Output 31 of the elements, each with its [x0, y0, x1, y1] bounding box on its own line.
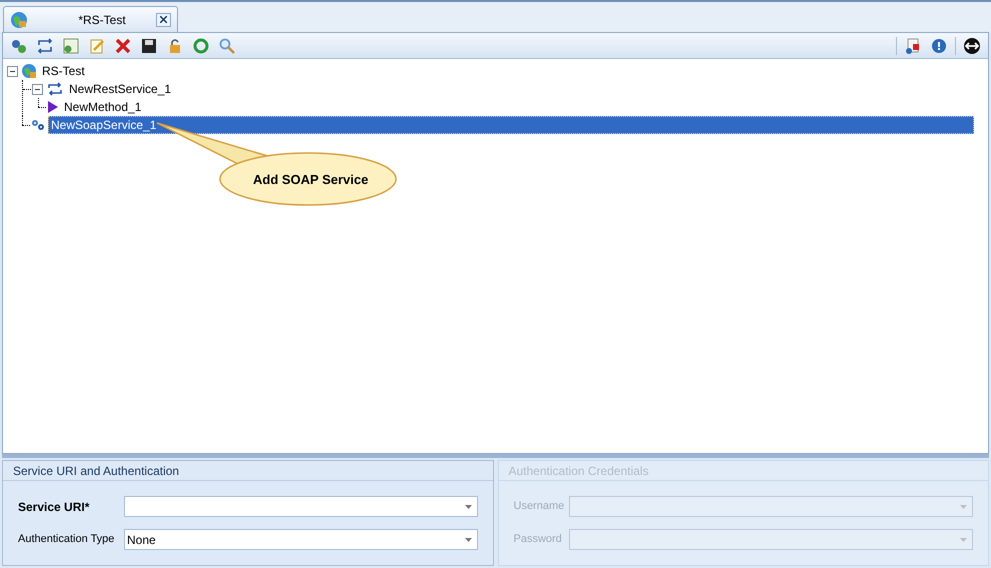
- cycle-arrows-icon[interactable]: [35, 36, 55, 56]
- expander-toggle[interactable]: [32, 84, 43, 94]
- field-label: Authentication Type: [18, 532, 116, 548]
- globe-icon: [21, 63, 37, 79]
- double-arrow-icon[interactable]: [962, 36, 982, 56]
- dropdown-field[interactable]: [124, 496, 478, 517]
- tree-item[interactable]: NewSoapService_1: [48, 116, 974, 134]
- field-label: Username: [514, 499, 566, 514]
- field-label: Password: [514, 532, 563, 548]
- tree-item[interactable]: NewMethod_1: [62, 99, 144, 115]
- callout-text: Add SOAP Service: [253, 171, 368, 189]
- field-label: Service URI*: [18, 498, 90, 516]
- tree-item[interactable]: NewRestService_1: [67, 81, 174, 97]
- add-code-icon[interactable]: [61, 36, 81, 56]
- cycle-arrows-icon: [46, 82, 64, 96]
- dropdown-arrow-icon: [464, 538, 472, 542]
- search-icon[interactable]: [217, 36, 237, 56]
- expander-toggle[interactable]: [7, 66, 18, 76]
- gears-icon: [31, 119, 45, 131]
- play-icon: [47, 100, 59, 114]
- dropdown-arrow-icon: [960, 504, 967, 508]
- dropdown-field[interactable]: None: [124, 529, 478, 550]
- refresh-icon[interactable]: [191, 36, 211, 56]
- document-tab[interactable]: *RS-Test: [3, 6, 178, 32]
- close-icon: [160, 16, 167, 23]
- globe-icon: [10, 10, 28, 28]
- close-button[interactable]: [156, 12, 171, 26]
- tree-item[interactable]: RS-Test: [40, 63, 87, 79]
- dropdown-arrow-icon: [464, 504, 472, 508]
- panel-title: Service URI and Authentication: [3, 461, 492, 481]
- dropdown-arrow-icon: [960, 538, 967, 542]
